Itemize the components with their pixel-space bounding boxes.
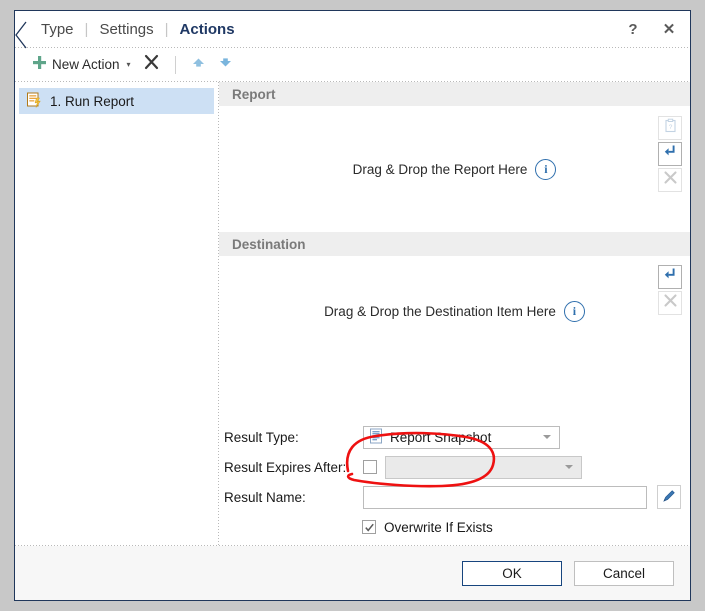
move-up-button[interactable] (186, 52, 211, 77)
list-item-label: 1. Run Report (50, 93, 135, 109)
dialog-body: 1. Run Report Report Drag & Drop the Rep… (15, 82, 690, 545)
result-type-value: Report Snapshot (390, 429, 492, 445)
tab-bar: Type | Settings | Actions (39, 21, 237, 38)
desktop-edge (701, 0, 705, 611)
arrow-down-hook-icon (663, 267, 678, 287)
document-icon (369, 428, 384, 447)
pencil-icon (661, 488, 677, 507)
paste-button[interactable]: ? (658, 116, 682, 140)
chevron-left-icon[interactable] (14, 20, 28, 50)
result-name-label: Result Name: (224, 489, 306, 505)
cancel-button[interactable]: Cancel (574, 560, 674, 586)
result-type-row: Result Type: Report Snapshot (223, 422, 690, 452)
help-icon[interactable]: ? (622, 18, 644, 40)
dialog-footer: OK Cancel (15, 546, 690, 600)
result-type-select[interactable]: Report Snapshot (363, 425, 560, 449)
report-side-buttons: ? (658, 116, 682, 192)
destination-side-buttons (658, 265, 682, 315)
x-clear-icon (663, 293, 678, 313)
edit-result-name-button[interactable] (657, 485, 681, 509)
new-action-button[interactable]: New Action ▾ (27, 52, 136, 77)
delete-action-button[interactable] (138, 52, 165, 77)
content-pane: Report Drag & Drop the Report Here i ? D… (219, 82, 690, 545)
ok-button[interactable]: OK (462, 560, 562, 586)
dialog-titlebar: Type | Settings | Actions ? ✕ (15, 11, 690, 47)
clear-button[interactable] (658, 168, 682, 192)
destination-drop-text-group: Drag & Drop the Destination Item Here i (324, 300, 585, 322)
tab-settings[interactable]: Settings (97, 21, 155, 38)
list-item[interactable]: 1. Run Report (19, 88, 214, 114)
insert-button[interactable] (658, 142, 682, 166)
arrow-down-hook-icon (663, 144, 678, 164)
result-expires-checkbox[interactable] (363, 460, 377, 474)
result-expires-select[interactable] (385, 455, 582, 479)
svg-text:?: ? (668, 124, 672, 131)
result-expires-row: Result Expires After: (223, 452, 690, 482)
x-clear-icon (663, 170, 678, 190)
x-delete-icon (143, 54, 160, 76)
report-drop-text-group: Drag & Drop the Report Here i (352, 158, 557, 180)
close-icon[interactable]: ✕ (658, 18, 680, 40)
overwrite-if-exists-checkbox[interactable] (362, 520, 376, 534)
report-section-title: Report (232, 86, 276, 102)
new-action-label: New Action (52, 57, 120, 72)
tab-actions[interactable]: Actions (178, 21, 237, 38)
tab-type[interactable]: Type (39, 21, 76, 38)
insert-button[interactable] (658, 265, 682, 289)
toolbar-separator (174, 55, 176, 74)
destination-drop-label: Drag & Drop the Destination Item Here (324, 303, 556, 319)
report-section-header: Report (219, 82, 690, 106)
window-buttons: ? ✕ (622, 11, 680, 47)
clear-button[interactable] (658, 291, 682, 315)
run-report-icon (26, 92, 42, 111)
overwrite-row: Overwrite If Exists (223, 512, 690, 542)
result-type-label: Result Type: (224, 429, 299, 445)
plus-icon (32, 55, 47, 75)
arrow-up-icon (191, 55, 206, 75)
actions-dialog: Type | Settings | Actions ? ✕ New Action… (14, 10, 691, 601)
clipboard-icon: ? (663, 118, 678, 138)
chevron-down-icon (565, 465, 573, 469)
chevron-down-icon[interactable] (543, 435, 551, 439)
info-icon[interactable]: i (535, 158, 557, 180)
destination-drop-area[interactable]: Drag & Drop the Destination Item Here i (219, 256, 690, 366)
report-drop-label: Drag & Drop the Report Here (352, 161, 528, 177)
result-expires-label: Result Expires After: (224, 459, 347, 475)
chevron-down-icon[interactable]: ▾ (127, 60, 131, 69)
actions-toolbar: New Action ▾ (15, 48, 690, 81)
result-name-row: Result Name: (223, 482, 690, 512)
destination-section-title: Destination (232, 236, 306, 252)
actions-list: 1. Run Report (15, 82, 218, 545)
result-form: Result Type: Report Snapshot Result Expi… (219, 422, 690, 542)
tab-separator: | (164, 20, 169, 38)
move-down-button[interactable] (213, 52, 238, 77)
overwrite-if-exists-label: Overwrite If Exists (384, 519, 493, 535)
info-icon[interactable]: i (563, 300, 585, 322)
report-drop-area[interactable]: Drag & Drop the Report Here i ? (219, 106, 690, 232)
destination-section-header: Destination (219, 232, 690, 256)
result-name-input[interactable] (363, 485, 647, 509)
tab-separator: | (84, 20, 89, 38)
arrow-down-icon (218, 55, 233, 75)
